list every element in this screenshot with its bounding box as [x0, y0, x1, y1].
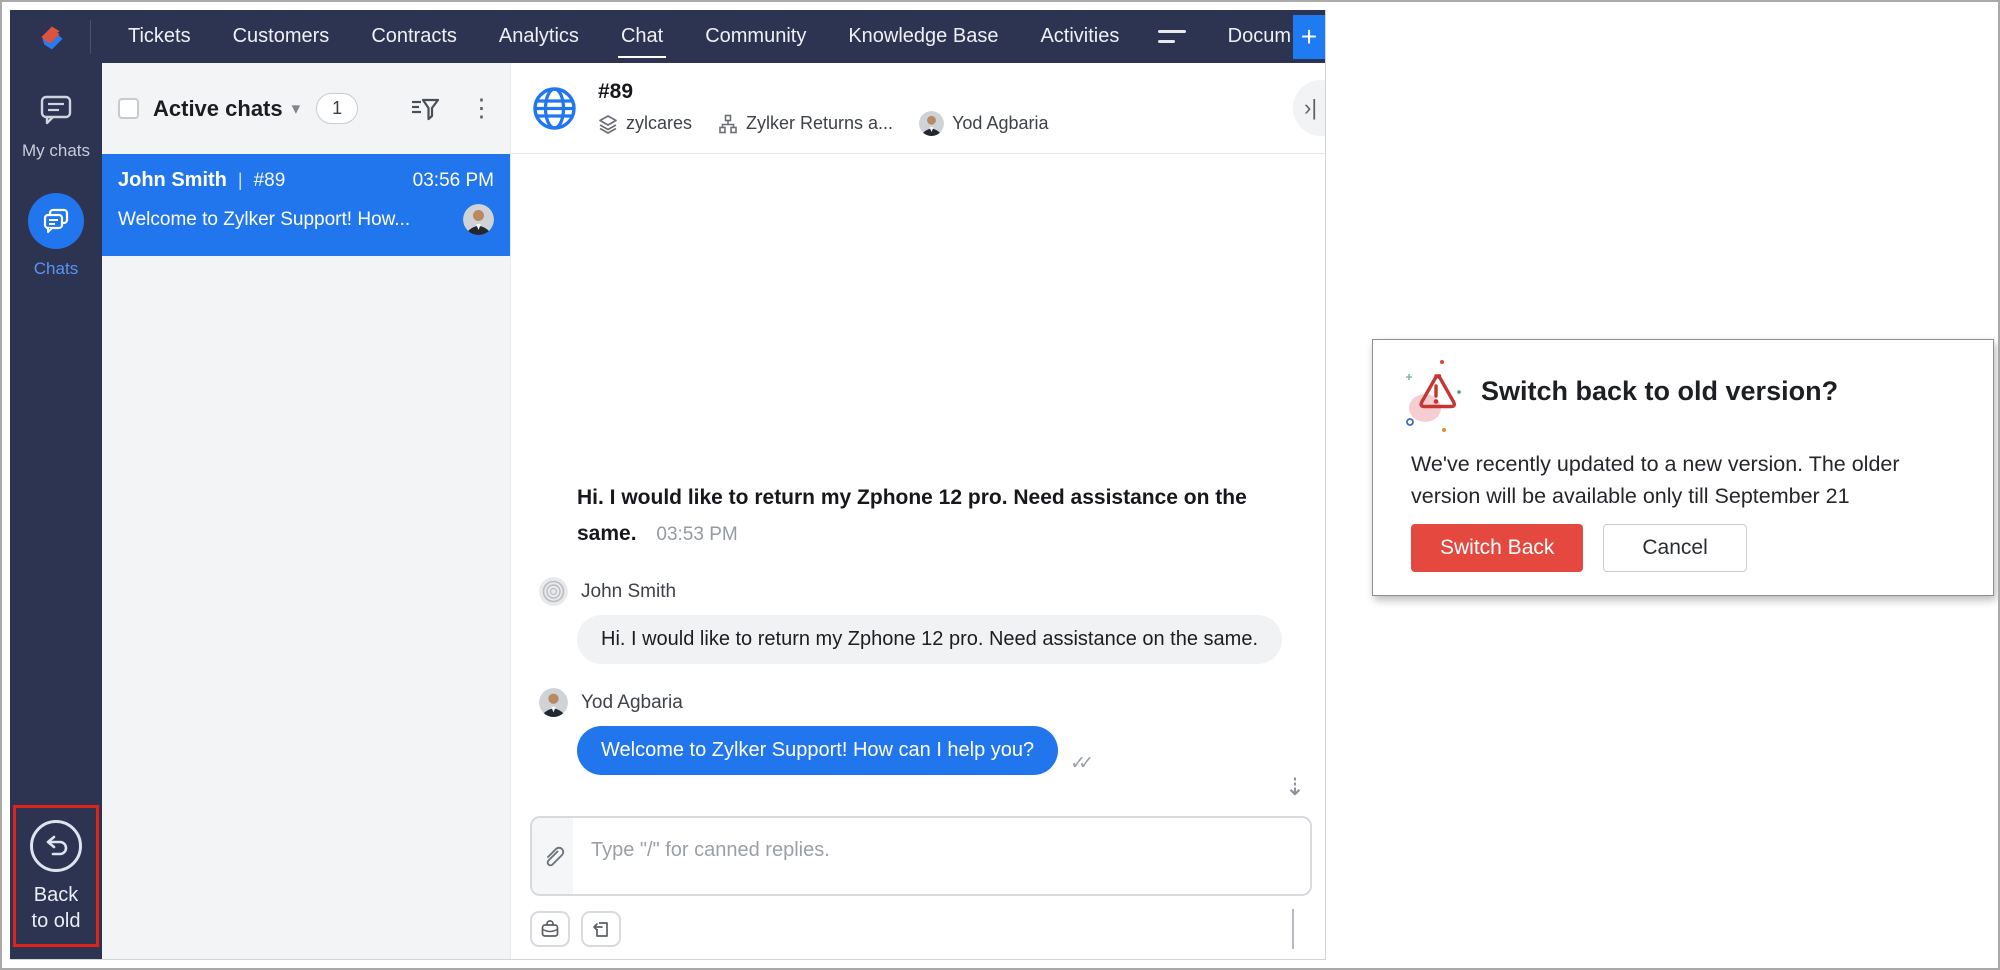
- nav-item-tickets[interactable]: Tickets: [107, 10, 212, 63]
- warning-triangle-icon: [1406, 360, 1461, 432]
- portal-chip[interactable]: zylcares: [598, 113, 692, 134]
- nav-reorder-icon[interactable]: [1158, 30, 1187, 43]
- chat-item-preview: Welcome to Zylker Support! How...: [118, 208, 411, 230]
- chat-list-panel: Active chats ▾ 1 ⋮ John Smith | #89 03:5…: [102, 63, 510, 959]
- cancel-button[interactable]: Cancel: [1603, 524, 1747, 572]
- composer: Type "/" for canned replies.: [511, 810, 1325, 959]
- nav-item-customers[interactable]: Customers: [212, 10, 351, 63]
- collapse-panel-button[interactable]: ›|: [1293, 80, 1325, 136]
- agent-avatar: [919, 111, 945, 136]
- switch-back-button[interactable]: Switch Back: [1411, 524, 1584, 572]
- switch-back-modal: Switch back to old version? We've recent…: [1372, 339, 1994, 596]
- sidebar-item-my-chats[interactable]: My chats: [22, 93, 90, 161]
- message-group-agent: Yod Agbaria Welcome to Zylker Support! H…: [539, 688, 1289, 775]
- layers-icon: [599, 114, 617, 134]
- web-channel-globe-icon: [533, 86, 576, 130]
- nav-divider: [90, 19, 91, 54]
- more-options-kebab-icon[interactable]: ⋮: [469, 96, 494, 121]
- chat-item-separator: |: [237, 170, 243, 190]
- attach-column[interactable]: [532, 818, 573, 894]
- back-to-old-button[interactable]: Back to old: [13, 805, 99, 947]
- back-circle: [30, 820, 82, 872]
- conversation-header: #89 zylcares Zylker Returns a... Yod Agb…: [511, 63, 1325, 154]
- conversation-panel: #89 zylcares Zylker Returns a... Yod Agb…: [510, 63, 1325, 959]
- read-receipt-icon: ✓✓: [1070, 753, 1094, 774]
- chat-list-header: Active chats ▾ 1 ⋮: [102, 63, 510, 154]
- back-to-old-label-line1: Back: [33, 884, 79, 906]
- message-sender-name: John Smith: [581, 580, 677, 602]
- org-tree-icon: [719, 114, 737, 133]
- chat-list-item-selected[interactable]: John Smith | #89 03:56 PM Welcome to Zyl…: [102, 154, 510, 256]
- my-chats-bubble-icon: [40, 95, 72, 125]
- message-input-box[interactable]: Type "/" for canned replies.: [530, 816, 1312, 896]
- paperclip-icon: [546, 846, 564, 867]
- visitor-avatar: [539, 577, 568, 606]
- department-name: Zylker Returns a...: [746, 113, 894, 133]
- portal-name: zylcares: [626, 113, 693, 133]
- chat-list-title[interactable]: Active chats: [153, 96, 283, 122]
- nav-item-analytics[interactable]: Analytics: [478, 10, 600, 63]
- chat-item-name: John Smith: [118, 169, 227, 191]
- chat-list-empty-area: [102, 256, 510, 959]
- chat-count-badge: 1: [316, 93, 359, 124]
- canned-reply-button[interactable]: [581, 911, 621, 947]
- messages-area: Hi. I would like to return my Zphone 12 …: [511, 154, 1325, 810]
- nav-item-activities[interactable]: Activities: [1019, 10, 1140, 63]
- app-window: Tickets Customers Contracts Analytics Ch…: [10, 10, 1326, 960]
- agent-avatar: [539, 688, 568, 717]
- composer-actions: [530, 909, 1312, 949]
- nav-item-knowledge-base[interactable]: Knowledge Base: [827, 10, 1019, 63]
- business-hours-button[interactable]: [530, 911, 570, 947]
- nav-add-module-button[interactable]: +: [1293, 14, 1325, 59]
- chat-item-time: 03:56 PM: [412, 170, 494, 191]
- sidebar-item-label: My chats: [21, 141, 91, 160]
- chats-double-bubble-icon: [43, 208, 69, 233]
- undo-arrow-icon: [46, 835, 68, 856]
- nav-item-documents[interactable]: Docum: [1228, 25, 1291, 48]
- collapse-icon: ›|: [1304, 95, 1318, 120]
- briefcase-icon: [541, 920, 559, 937]
- chevron-down-icon[interactable]: ▾: [292, 99, 301, 119]
- filter-icon[interactable]: [409, 95, 441, 123]
- message-sender-name: Yod Agbaria: [581, 691, 683, 713]
- zoho-desk-logo-icon: [41, 26, 63, 49]
- modal-body-text: We've recently updated to a new version.…: [1411, 452, 1900, 508]
- back-to-old-label-line2: to old: [31, 910, 81, 932]
- conversation-ticket-id: #89: [598, 80, 634, 103]
- message-input[interactable]: Type "/" for canned replies.: [573, 818, 1310, 894]
- visitor-message-bubble: Hi. I would like to return my Zphone 12 …: [577, 615, 1283, 664]
- modal-title: Switch back to old version?: [1481, 376, 1839, 406]
- note-arrow-icon: [593, 922, 608, 937]
- nav-item-chat[interactable]: Chat: [600, 10, 684, 63]
- chats-active-circle: [28, 193, 84, 249]
- agent-chip[interactable]: Yod Agbaria: [919, 111, 1049, 136]
- scroll-down-arrow-icon[interactable]: ⇣: [1285, 773, 1305, 802]
- sidebar-item-label: Chats: [33, 259, 79, 278]
- agent-avatar: [463, 204, 494, 235]
- pinned-question: Hi. I would like to return my Zphone 12 …: [577, 480, 1297, 553]
- chat-item-ticket: #89: [253, 170, 286, 191]
- top-navbar: Tickets Customers Contracts Analytics Ch…: [10, 10, 1325, 63]
- left-sidebar: My chats Chats Back to old: [10, 63, 102, 959]
- composer-cursor-bar: [1292, 909, 1294, 949]
- agent-message-bubble: Welcome to Zylker Support! How can I hel…: [577, 726, 1059, 775]
- nav-item-contracts[interactable]: Contracts: [350, 10, 478, 63]
- select-all-checkbox[interactable]: [118, 98, 139, 119]
- message-group-visitor: John Smith Hi. I would like to return my…: [539, 577, 1289, 664]
- pinned-question-time: 03:53 PM: [656, 524, 738, 545]
- sidebar-item-chats[interactable]: Chats: [28, 193, 84, 279]
- department-chip[interactable]: Zylker Returns a...: [718, 113, 893, 134]
- agent-name: Yod Agbaria: [952, 113, 1049, 133]
- screenshot-frame: Tickets Customers Contracts Analytics Ch…: [0, 0, 2000, 970]
- nav-item-community[interactable]: Community: [684, 10, 827, 63]
